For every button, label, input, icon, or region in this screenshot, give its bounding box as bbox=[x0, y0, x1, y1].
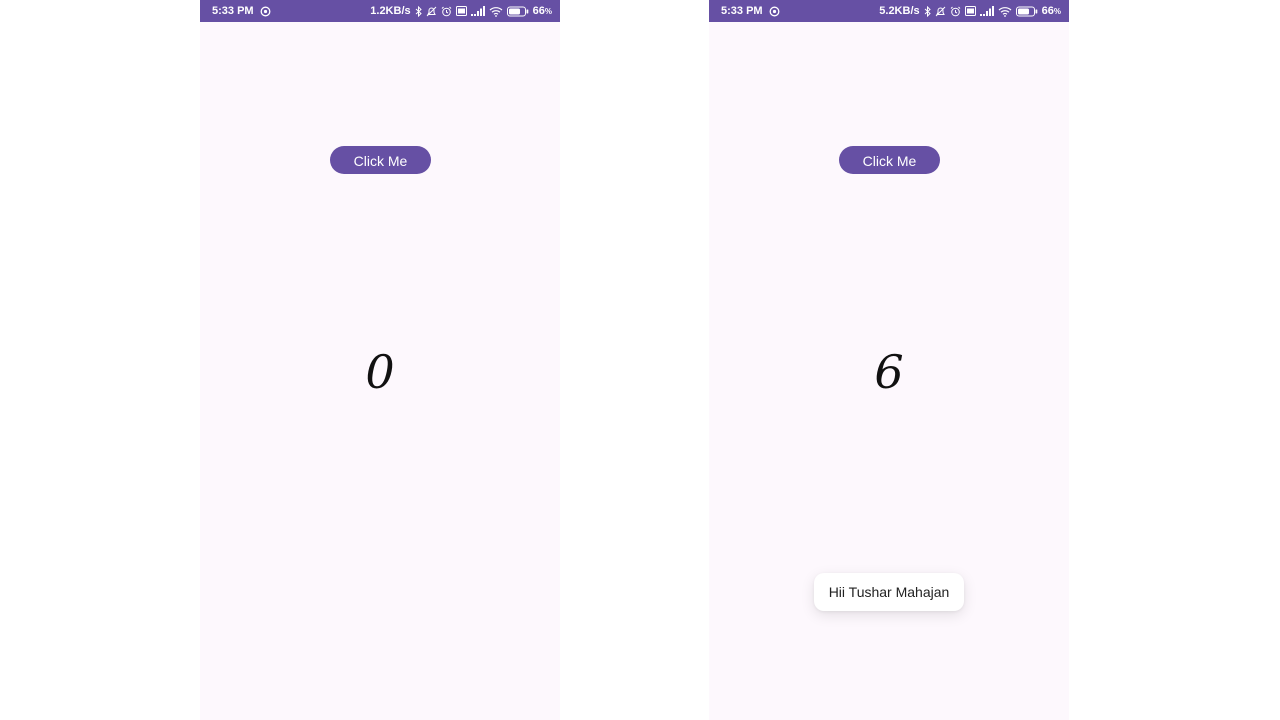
phone-screen-before: 5:33 PM 1.2KB/s 66% Click Me 0 bbox=[200, 0, 560, 720]
bluetooth-icon bbox=[924, 0, 931, 22]
alarm-off-icon bbox=[426, 0, 437, 22]
battery-icon bbox=[506, 0, 529, 22]
bluetooth-icon bbox=[415, 0, 422, 22]
volte-icon bbox=[964, 0, 976, 22]
alarm-clock-icon bbox=[950, 0, 961, 22]
wifi-icon bbox=[998, 0, 1012, 22]
volte-icon bbox=[455, 0, 467, 22]
status-bar: 5:33 PM 1.2KB/s 66% bbox=[200, 0, 560, 22]
alarm-off-icon bbox=[935, 0, 946, 22]
sync-icon bbox=[769, 0, 780, 22]
click-counter: 0 bbox=[365, 345, 395, 399]
signal-icon bbox=[470, 0, 485, 22]
click-me-button[interactable]: Click Me bbox=[839, 146, 940, 174]
wifi-icon bbox=[489, 0, 503, 22]
battery-level: 66% bbox=[532, 5, 552, 17]
battery-level: 66% bbox=[1041, 5, 1061, 17]
phone-screen-after: 5:33 PM 5.2KB/s 66% Click Me 6 Hii Tusha… bbox=[709, 0, 1069, 720]
status-right: 5.2KB/s 66% bbox=[879, 0, 1061, 22]
signal-icon bbox=[979, 0, 994, 22]
status-left: 5:33 PM bbox=[212, 0, 271, 22]
network-speed: 5.2KB/s bbox=[879, 5, 920, 17]
status-right: 1.2KB/s 66% bbox=[370, 0, 552, 22]
comparison-stage: 5:33 PM 1.2KB/s 66% Click Me 0 5:33 PM 5… bbox=[0, 0, 1280, 720]
alarm-clock-icon bbox=[441, 0, 452, 22]
click-me-button[interactable]: Click Me bbox=[330, 146, 431, 174]
status-time: 5:33 PM bbox=[721, 5, 763, 17]
network-speed: 1.2KB/s bbox=[370, 5, 411, 17]
status-time: 5:33 PM bbox=[212, 5, 254, 17]
battery-icon bbox=[1015, 0, 1038, 22]
click-counter: 6 bbox=[874, 345, 904, 399]
status-bar: 5:33 PM 5.2KB/s 66% bbox=[709, 0, 1069, 22]
toast-message: Hii Tushar Mahajan bbox=[814, 573, 964, 611]
sync-icon bbox=[260, 0, 271, 22]
status-left: 5:33 PM bbox=[721, 0, 780, 22]
